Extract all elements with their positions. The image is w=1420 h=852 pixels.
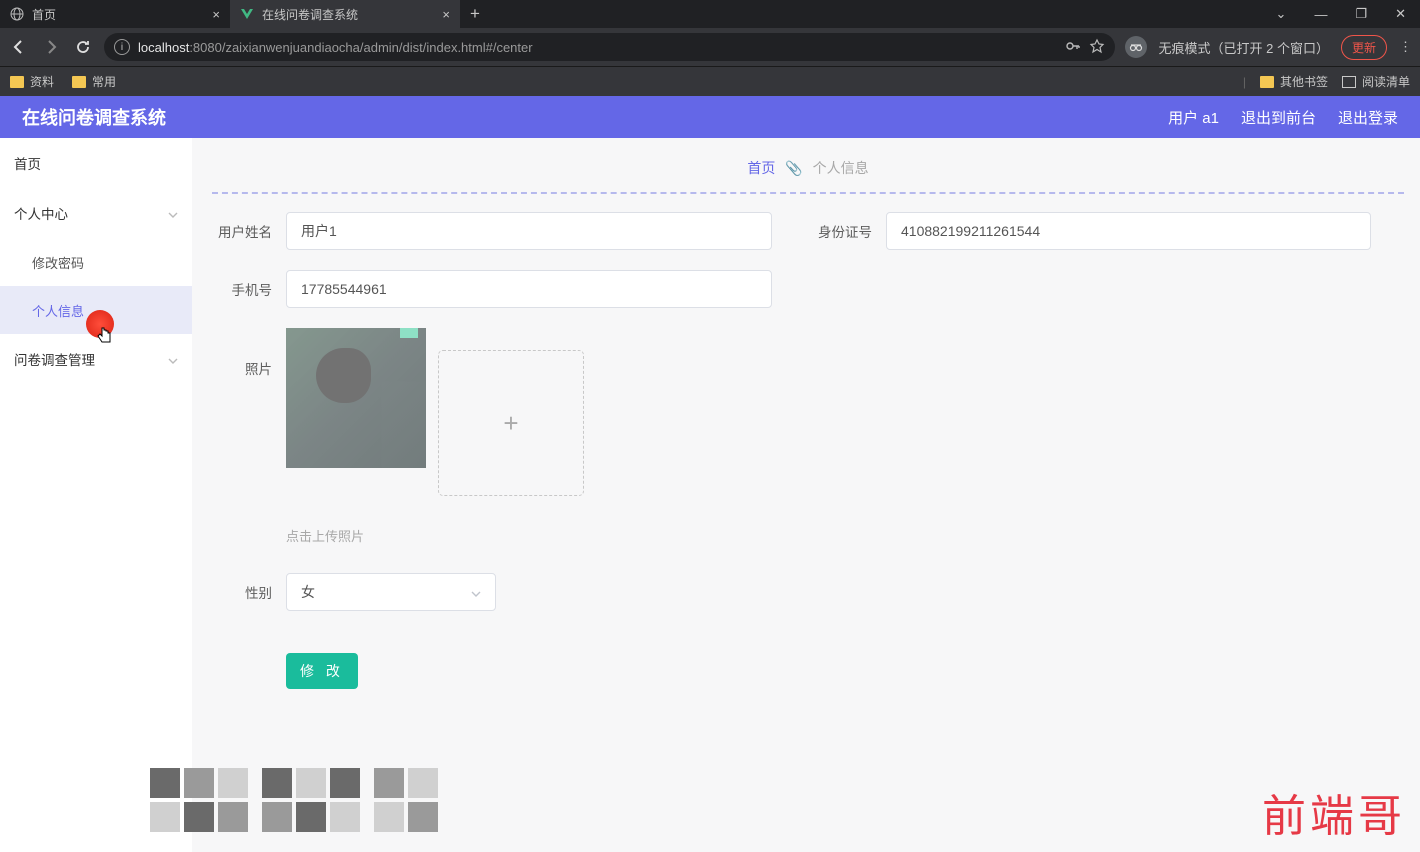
breadcrumb: 首页 📎 个人信息 bbox=[212, 150, 1404, 192]
folder-icon bbox=[72, 76, 86, 88]
upload-button[interactable]: + bbox=[438, 350, 584, 496]
user-label[interactable]: 用户 a1 bbox=[1168, 107, 1219, 128]
incognito-label: 无痕模式（已打开 2 个窗口） bbox=[1159, 38, 1329, 57]
forward-icon[interactable] bbox=[40, 39, 62, 55]
update-button[interactable]: 更新 bbox=[1341, 35, 1387, 60]
vue-icon bbox=[240, 7, 254, 21]
chevron-down-icon bbox=[168, 206, 178, 221]
phone-label: 手机号 bbox=[212, 279, 272, 299]
close-icon[interactable]: × bbox=[212, 7, 220, 22]
chevron-down-icon[interactable]: ⌄ bbox=[1276, 6, 1287, 22]
browser-tab-active[interactable]: 在线问卷调查系统 × bbox=[230, 0, 460, 28]
main-content: 首页 📎 个人信息 用户姓名 身份证号 手机号 bbox=[192, 138, 1420, 852]
sidebar-item-change-password[interactable]: 修改密码 bbox=[0, 238, 192, 286]
browser-tab-bar: 首页 × 在线问卷调查系统 × + ⌄ — ❐ ✕ bbox=[0, 0, 1420, 28]
browser-nav-bar: i localhost:8080/zaixianwenjuandiaocha/a… bbox=[0, 28, 1420, 66]
chevron-down-icon bbox=[471, 584, 481, 600]
bookmark-folder[interactable]: 常用 bbox=[72, 73, 116, 90]
maximize-icon[interactable]: ❐ bbox=[1355, 6, 1367, 22]
bookmark-bar: 资料 常用 | 其他书签 阅读清单 bbox=[0, 66, 1420, 96]
uploaded-photo[interactable] bbox=[286, 328, 426, 468]
url-text: localhost:8080/zaixianwenjuandiaocha/adm… bbox=[138, 40, 1057, 55]
username-label: 用户姓名 bbox=[212, 221, 272, 241]
star-icon[interactable] bbox=[1089, 38, 1105, 57]
other-bookmarks[interactable]: 其他书签 bbox=[1260, 73, 1328, 90]
close-icon[interactable]: × bbox=[442, 7, 450, 22]
globe-icon bbox=[10, 7, 24, 21]
close-window-icon[interactable]: ✕ bbox=[1395, 6, 1406, 22]
photo-label: 照片 bbox=[212, 328, 272, 496]
new-tab-button[interactable]: + bbox=[460, 4, 490, 24]
breadcrumb-home[interactable]: 首页 bbox=[747, 160, 775, 176]
reading-list[interactable]: 阅读清单 bbox=[1342, 73, 1410, 90]
gender-label: 性别 bbox=[212, 582, 272, 602]
idcard-input[interactable] bbox=[886, 212, 1371, 250]
url-bar[interactable]: i localhost:8080/zaixianwenjuandiaocha/a… bbox=[104, 33, 1115, 61]
divider bbox=[212, 192, 1404, 194]
bookmark-folder[interactable]: 资料 bbox=[10, 73, 54, 90]
folder-icon bbox=[1260, 76, 1274, 88]
back-icon[interactable] bbox=[8, 39, 30, 55]
minimize-icon[interactable]: — bbox=[1314, 7, 1327, 22]
pixelation-overlay bbox=[150, 768, 438, 832]
key-icon[interactable] bbox=[1065, 39, 1081, 56]
browser-tab[interactable]: 首页 × bbox=[0, 0, 230, 28]
app-title: 在线问卷调查系统 bbox=[22, 104, 166, 130]
window-controls: ⌄ — ❐ ✕ bbox=[1276, 6, 1420, 22]
sidebar-item-personal-center[interactable]: 个人中心 bbox=[0, 188, 192, 238]
folder-icon bbox=[10, 76, 24, 88]
submit-button[interactable]: 修 改 bbox=[286, 653, 358, 689]
paperclip-icon: 📎 bbox=[785, 160, 802, 176]
gender-select[interactable]: 女 bbox=[286, 573, 496, 611]
plus-icon: + bbox=[503, 408, 518, 439]
menu-icon[interactable]: ⋮ bbox=[1399, 39, 1412, 55]
reload-icon[interactable] bbox=[72, 39, 94, 55]
chevron-down-icon bbox=[168, 352, 178, 367]
idcard-label: 身份证号 bbox=[812, 221, 872, 241]
logout-link[interactable]: 退出登录 bbox=[1338, 107, 1398, 128]
username-input[interactable] bbox=[286, 212, 772, 250]
exit-front-link[interactable]: 退出到前台 bbox=[1241, 107, 1316, 128]
hand-cursor-icon bbox=[96, 326, 114, 351]
breadcrumb-current: 个人信息 bbox=[813, 160, 869, 176]
incognito-icon[interactable] bbox=[1125, 36, 1147, 58]
tab-title: 首页 bbox=[32, 6, 204, 23]
watermark: 前端哥 bbox=[1262, 780, 1406, 844]
sidebar-item-home[interactable]: 首页 bbox=[0, 138, 192, 188]
app-header: 在线问卷调查系统 用户 a1 退出到前台 退出登录 bbox=[0, 96, 1420, 138]
info-icon[interactable]: i bbox=[114, 39, 130, 55]
sidebar: 首页 个人中心 修改密码 个人信息 问卷调查管理 bbox=[0, 138, 192, 852]
list-icon bbox=[1342, 76, 1356, 88]
upload-hint: 点击上传照片 bbox=[286, 526, 1404, 545]
phone-input[interactable] bbox=[286, 270, 772, 308]
tab-title: 在线问卷调查系统 bbox=[262, 6, 434, 23]
